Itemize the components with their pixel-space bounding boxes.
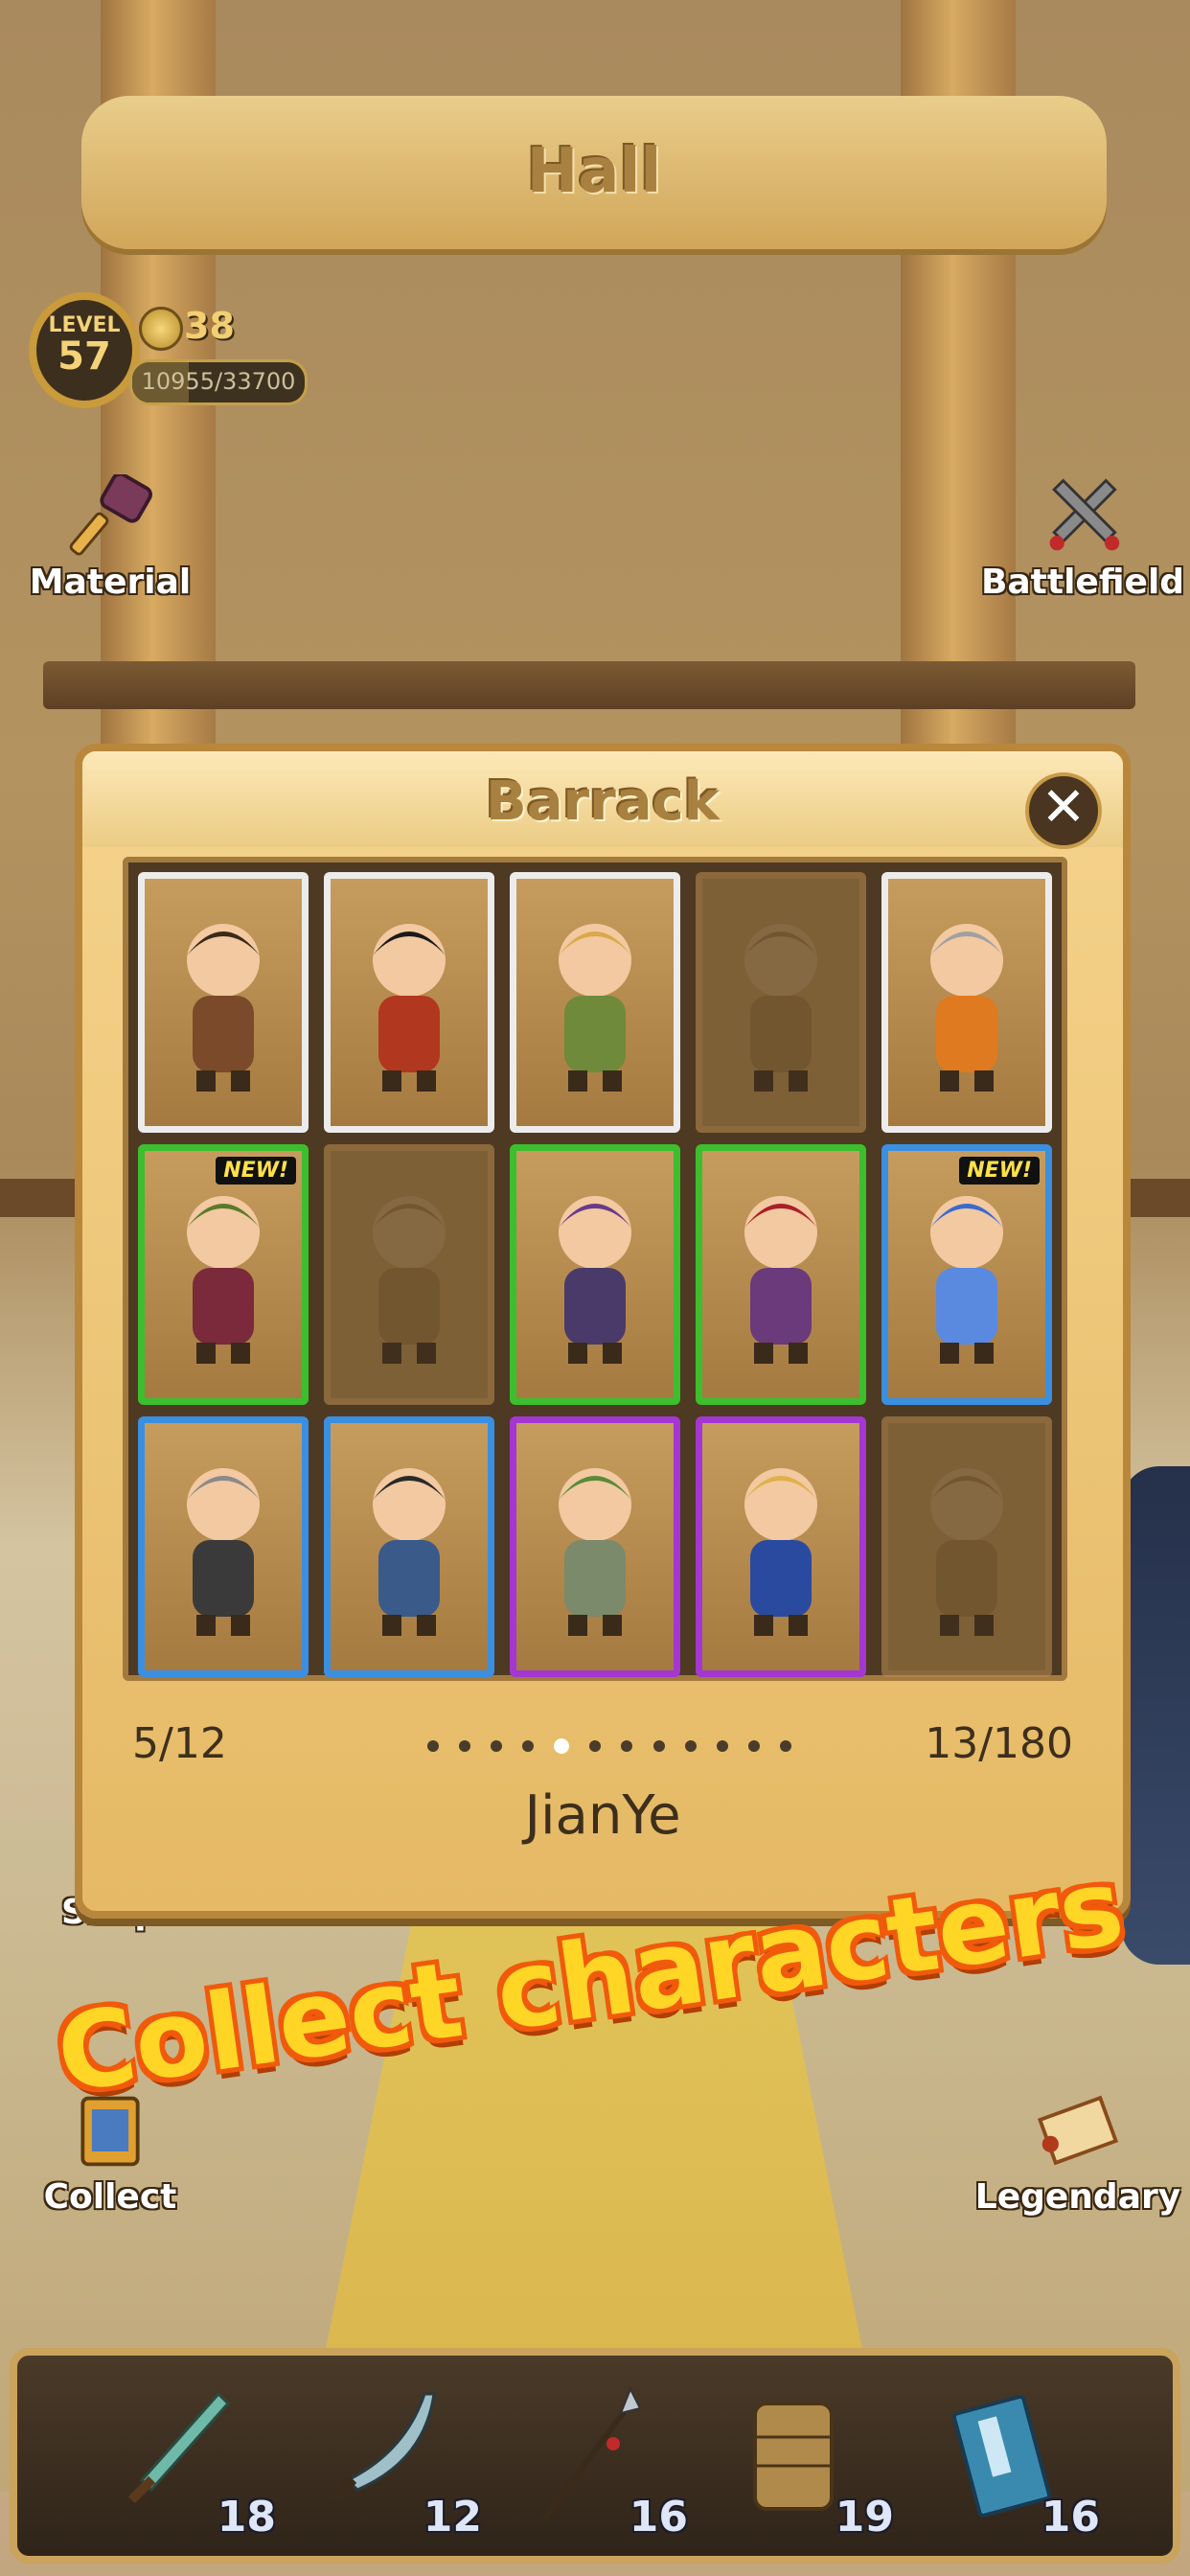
page-dot[interactable]	[427, 1740, 439, 1752]
resource-armor[interactable]: 19	[721, 2384, 913, 2547]
resource-count: 16	[629, 2493, 688, 2542]
hero-character-peek	[1121, 1466, 1190, 1965]
page-dot[interactable]	[554, 1738, 570, 1754]
location-name: JianYe	[524, 1784, 681, 1847]
character-card[interactable]	[324, 1416, 494, 1677]
page-dot[interactable]	[459, 1740, 471, 1752]
legendary-label: Legendary	[974, 2177, 1181, 2217]
resource-count: 12	[423, 2493, 482, 2542]
character-grid-frame: NEW! NEW!	[123, 857, 1067, 1681]
scroll-icon	[1037, 2095, 1119, 2166]
character-portrait	[187, 1468, 260, 1636]
new-badge: NEW!	[216, 1157, 296, 1184]
character-portrait	[373, 924, 446, 1092]
hammer-icon	[69, 474, 152, 556]
character-portrait	[930, 1468, 1003, 1636]
coin-count: 38	[184, 305, 235, 347]
page-dot[interactable]	[491, 1740, 503, 1752]
character-card-locked[interactable]	[881, 1416, 1052, 1677]
page-dot[interactable]	[522, 1740, 535, 1752]
battlefield-button[interactable]: Battlefield	[977, 474, 1188, 602]
character-portrait	[187, 1196, 260, 1364]
battlefield-label: Battlefield	[980, 563, 1185, 602]
page-dot[interactable]	[684, 1740, 697, 1752]
wooden-beam	[43, 661, 1135, 709]
collect-label: Collect	[43, 2177, 177, 2217]
character-portrait	[559, 1196, 631, 1364]
resource-spear[interactable]: 16	[515, 2384, 707, 2547]
close-button[interactable]: ✕	[1025, 772, 1102, 849]
barrack-dialog: Barrack ✕ NEW! NEW! 5/12 13/180 JianYe	[75, 744, 1131, 1919]
character-card[interactable]	[510, 872, 680, 1133]
character-card[interactable]	[696, 1416, 866, 1677]
resource-count: 19	[835, 2493, 894, 2542]
character-portrait	[930, 924, 1003, 1092]
character-card[interactable]	[510, 1144, 680, 1405]
material-label: Material	[29, 563, 192, 602]
xp-text: 10955/33700	[141, 368, 296, 395]
character-portrait	[559, 1468, 631, 1636]
character-grid: NEW! NEW!	[134, 872, 1056, 1677]
character-card[interactable]	[138, 872, 309, 1133]
new-badge: NEW!	[959, 1157, 1040, 1184]
barrack-header: Barrack	[82, 751, 1123, 847]
level-number: 57	[57, 334, 111, 379]
character-card[interactable]	[696, 1144, 866, 1405]
barrack-title: Barrack	[486, 770, 720, 833]
page-indicator: 5/12	[132, 1719, 227, 1768]
character-card[interactable]: NEW!	[138, 1144, 309, 1405]
resource-count: 18	[217, 2493, 276, 2542]
page-dot[interactable]	[716, 1740, 728, 1752]
xp-bar: 10955/33700	[129, 359, 308, 405]
crossed-swords-icon	[1049, 478, 1120, 551]
collected-count: 13/180	[925, 1719, 1073, 1768]
page-dot[interactable]	[589, 1740, 602, 1752]
header-plank: Hall	[81, 96, 1107, 249]
character-card[interactable]	[510, 1416, 680, 1677]
character-portrait	[373, 1468, 446, 1636]
resource-count: 16	[1041, 2493, 1100, 2542]
character-portrait	[559, 924, 631, 1092]
character-card-locked[interactable]	[324, 1144, 494, 1405]
character-portrait	[744, 1196, 817, 1364]
page-dots[interactable]	[427, 1736, 791, 1756]
character-portrait	[373, 1196, 446, 1364]
page-dot[interactable]	[779, 1740, 791, 1752]
resource-blade[interactable]: 12	[309, 2384, 501, 2547]
character-card[interactable]: NEW!	[881, 1144, 1052, 1405]
character-card[interactable]	[881, 872, 1052, 1133]
character-portrait	[744, 1468, 817, 1636]
character-card[interactable]	[138, 1416, 309, 1677]
resource-bar: 18 12 16 19 16	[10, 2348, 1180, 2564]
character-portrait	[187, 924, 260, 1092]
character-card[interactable]	[324, 872, 494, 1133]
page-dot[interactable]	[621, 1740, 633, 1752]
level-badge[interactable]: LEVEL 57	[29, 292, 140, 408]
resource-book[interactable]: 16	[927, 2384, 1119, 2547]
character-portrait	[744, 924, 817, 1092]
resource-sword[interactable]: 18	[103, 2384, 295, 2547]
material-button[interactable]: Material	[29, 474, 192, 602]
page-dot[interactable]	[747, 1740, 760, 1752]
coin-icon	[139, 307, 183, 351]
character-portrait	[930, 1196, 1003, 1364]
character-card-locked[interactable]	[696, 872, 866, 1133]
page-dot[interactable]	[652, 1740, 665, 1752]
page-title: Hall	[526, 136, 662, 207]
legendary-button[interactable]: Legendary	[968, 2089, 1188, 2217]
